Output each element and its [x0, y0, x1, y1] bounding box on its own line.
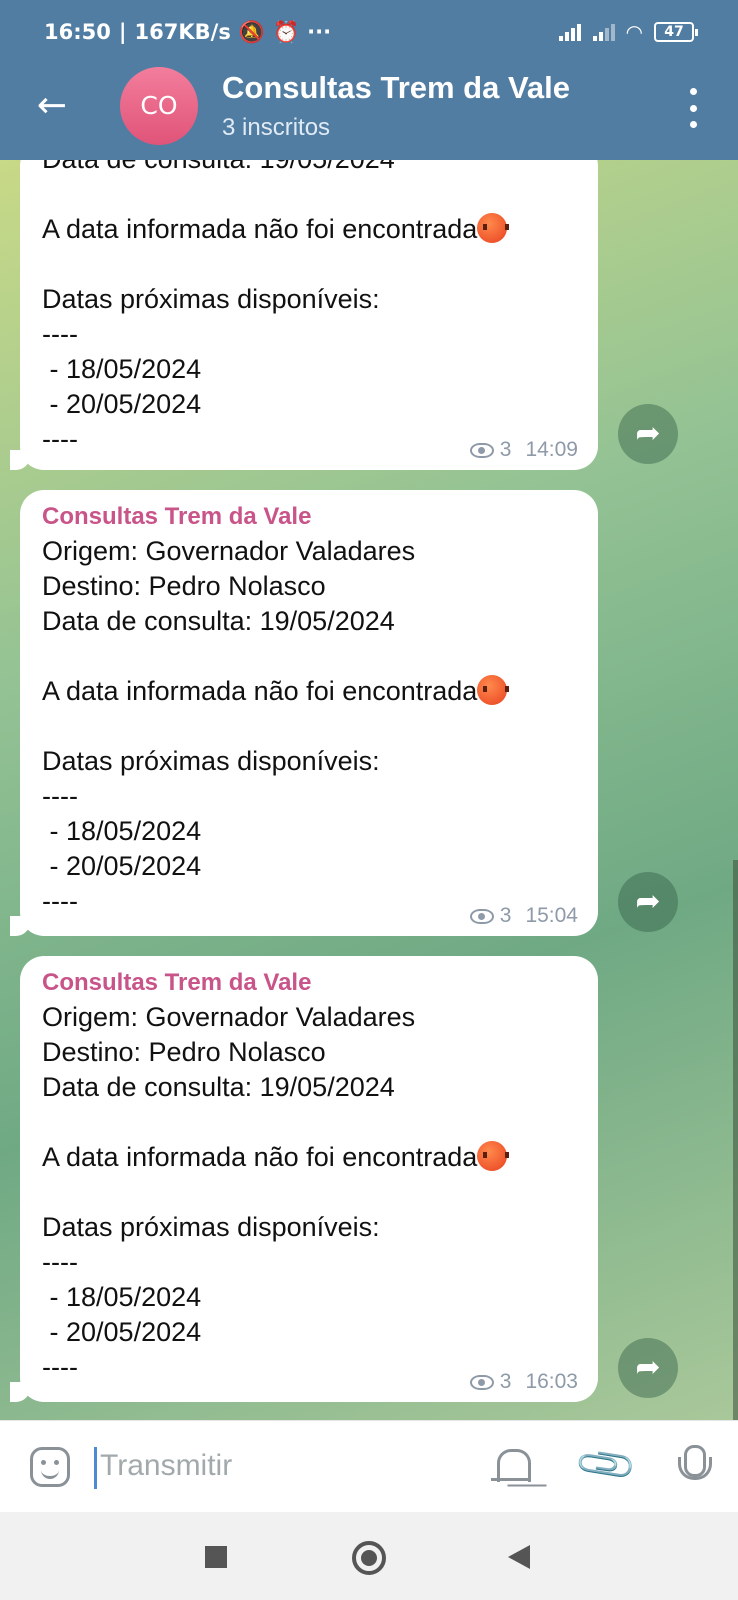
message-bubble[interactable]: Data de consulta: 19/05/2024 A data info…	[10, 160, 598, 470]
microphone-icon[interactable]	[672, 1445, 716, 1489]
message-sender: Consultas Trem da Vale	[42, 969, 312, 996]
more-icon: ···	[307, 20, 332, 44]
system-back-button[interactable]	[508, 1545, 530, 1569]
message-text-continued: Datas próximas disponíveis: ---- - 18/05…	[42, 284, 380, 454]
message-text: Data de consulta: 19/05/2024 A data info…	[42, 160, 478, 244]
message-time: 16:03	[525, 1370, 578, 1393]
forward-button[interactable]: ➦	[618, 404, 678, 464]
battery-level: 47	[664, 24, 684, 40]
message-sender: Consultas Trem da Vale	[42, 503, 312, 530]
back-button[interactable]: ←	[30, 84, 74, 128]
chat-header: 16:50 | 167KB/s 🔕 ⏰ ··· ◠ 47 ← CO Consul…	[0, 0, 738, 160]
signal-icon	[592, 23, 615, 41]
emoji-sticker-icon[interactable]	[30, 1447, 70, 1487]
channel-avatar[interactable]: CO	[120, 67, 198, 145]
message-time: 15:04	[525, 904, 578, 927]
system-nav-bar	[0, 1512, 738, 1600]
view-count: 3	[499, 438, 512, 461]
more-options-button[interactable]	[676, 88, 710, 128]
share-arrow-icon: ➦	[635, 416, 661, 451]
home-button[interactable]	[352, 1541, 386, 1575]
angry-face-emoji	[477, 1141, 510, 1171]
recents-button[interactable]	[205, 1546, 227, 1568]
arrow-left-icon: ←	[36, 85, 68, 126]
avatar-initials: CO	[140, 91, 178, 120]
eye-icon	[469, 442, 494, 458]
eye-icon	[469, 1374, 494, 1390]
message-text: Origem: Governador Valadares Destino: Pe…	[42, 1002, 478, 1172]
alarm-icon: ⏰	[272, 19, 300, 44]
wifi-icon: ◠	[626, 20, 642, 44]
channel-subscribers: 3 inscritos	[222, 114, 331, 141]
view-count: 3	[499, 904, 512, 927]
network-speed: 167KB/s	[134, 20, 231, 44]
message-text-continued: Datas próximas disponíveis: ---- - 18/05…	[42, 746, 380, 916]
message-meta: 3 14:09	[469, 438, 578, 462]
angry-face-emoji	[477, 675, 510, 705]
message-time: 14:09	[525, 438, 578, 461]
share-arrow-icon: ➦	[635, 884, 661, 919]
share-arrow-icon: ➦	[635, 1350, 661, 1385]
forward-button[interactable]: ➦	[618, 872, 678, 932]
signal-icon	[558, 23, 581, 41]
message-text: Origem: Governador Valadares Destino: Pe…	[42, 536, 478, 706]
message-bubble[interactable]: Consultas Trem da Vale Origem: Governado…	[10, 956, 598, 1402]
channel-title[interactable]: Consultas Trem da Vale	[222, 70, 570, 106]
scrollbar[interactable]	[733, 860, 738, 1420]
status-time: 16:50	[44, 20, 111, 44]
view-count: 3	[499, 1370, 512, 1393]
message-meta: 3 15:04	[469, 904, 578, 928]
angry-face-emoji	[477, 213, 510, 243]
broadcast-input[interactable]: Transmitir	[100, 1449, 232, 1483]
forward-button[interactable]: ➦	[618, 1338, 678, 1398]
message-meta: 3 16:03	[469, 1370, 578, 1394]
status-bar: 16:50 | 167KB/s 🔕 ⏰ ··· ◠ 47	[0, 0, 738, 64]
eye-icon	[469, 908, 494, 924]
message-text-continued: Datas próximas disponíveis: ---- - 18/05…	[42, 1212, 380, 1382]
message-input-bar: Transmitir 📎	[0, 1420, 738, 1512]
chat-area[interactable]: Data de consulta: 19/05/2024 A data info…	[0, 160, 738, 1420]
message-bubble[interactable]: Consultas Trem da Vale Origem: Governado…	[10, 490, 598, 936]
text-cursor	[94, 1447, 97, 1489]
paperclip-icon[interactable]: 📎	[572, 1432, 640, 1499]
mute-icon: 🔕	[238, 19, 265, 44]
battery-icon: 47	[654, 22, 698, 42]
bell-icon[interactable]	[490, 1445, 534, 1489]
